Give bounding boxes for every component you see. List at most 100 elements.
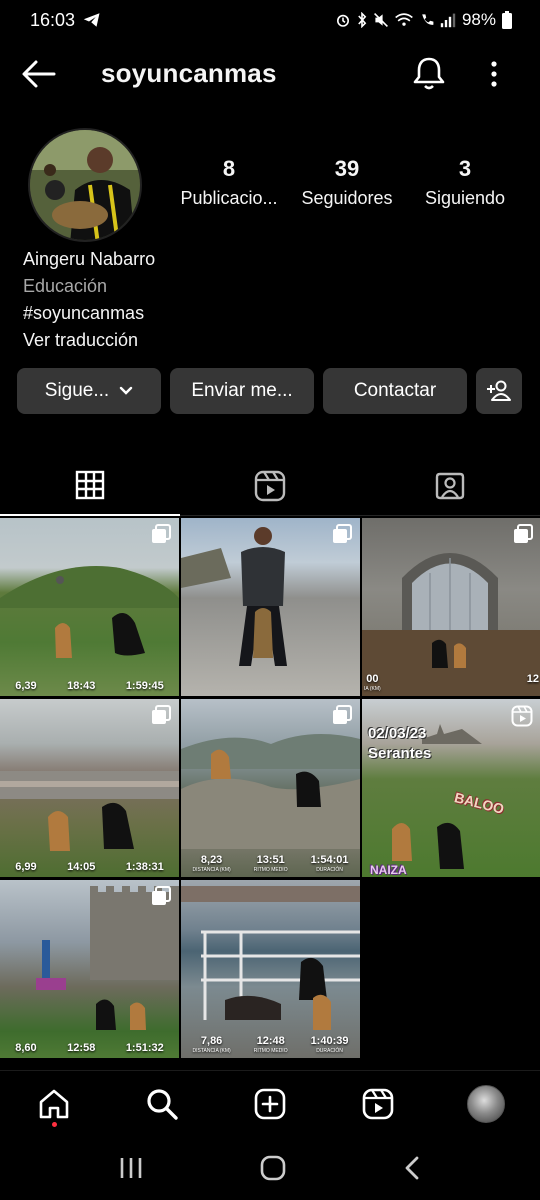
status-bar: 16:03 98% [0, 0, 540, 40]
battery-percent: 98% [461, 10, 496, 29]
grid-icon [75, 470, 105, 500]
back-system-button[interactable] [402, 1155, 422, 1186]
recent-apps-button[interactable] [118, 1156, 144, 1185]
post-thumbnail-1[interactable]: 6,39 18:43 1:59:45 [0, 518, 179, 696]
notification-dot [52, 1122, 57, 1127]
distance-value: 6,99 [15, 861, 37, 873]
suggested-users-button[interactable] [476, 368, 522, 414]
stat-followers-count: 39 [334, 156, 360, 181]
alarm-icon [336, 14, 349, 27]
duration-value: 1:59:45 [125, 680, 164, 692]
pace-value: 13:51 [256, 854, 285, 866]
following-button-label: Sigue... [44, 380, 110, 401]
chevron-down-icon [120, 386, 133, 395]
post-thumbnail-4[interactable]: 6,99 14:05 1:38:31 [0, 699, 179, 877]
distance-value: 8,60 [15, 1042, 37, 1054]
profile-name: Aingeru Nabarro [23, 249, 156, 269]
more-options-icon[interactable] [482, 58, 506, 90]
nav-reels[interactable] [324, 1071, 432, 1136]
pace-value: 12:48 [256, 1035, 285, 1047]
add-person-icon [487, 380, 511, 401]
nav-create[interactable] [216, 1071, 324, 1136]
pace-value: 12:58 [67, 1042, 96, 1054]
post-thumbnail-2[interactable] [181, 518, 360, 696]
nav-home[interactable] [0, 1071, 108, 1136]
post-thumbnail-7[interactable]: 8,60 12:58 1:51:32 [0, 880, 179, 1058]
post-photo-2 [181, 527, 287, 666]
stat-following-count: 3 [458, 156, 472, 181]
nav-search[interactable] [108, 1071, 216, 1136]
distance-value: 6,39 [15, 680, 37, 692]
pace-caption: RITMO MEDIO [253, 1048, 288, 1054]
profile-tabs [0, 456, 540, 516]
post-photo-7 [36, 886, 179, 1030]
pace-caption: RITMO MEDIO [253, 867, 288, 873]
see-translation-link[interactable]: Ver traducción [23, 327, 155, 354]
stat-posts-count: 8 [222, 156, 236, 181]
post-photo-4 [0, 771, 179, 851]
distance-caption: DISTANCIA (KM) [192, 1048, 231, 1054]
stat-followers-label: Seguidores [301, 188, 393, 208]
carousel-icon [152, 705, 171, 724]
stat-posts[interactable]: 8 Publicacio... [170, 156, 288, 209]
post-thumbnail-5[interactable]: 8,23 DISTANCIA (KM) 13:51 RITMO MEDIO 1:54… [181, 699, 360, 877]
pace-value: 18:43 [67, 680, 96, 692]
tab-tagged[interactable] [360, 456, 540, 516]
tab-reels[interactable] [180, 456, 360, 516]
duration-value: 1:54:01 [310, 854, 349, 866]
profile-username: soyuncanmas [101, 58, 277, 88]
search-icon [147, 1088, 178, 1120]
distance-value: 00 [366, 673, 379, 685]
battery-icon [502, 11, 512, 29]
distance-caption: IA (KM) [364, 686, 381, 692]
nav-profile[interactable] [432, 1071, 540, 1136]
post-photo-5 [181, 734, 360, 849]
distance-caption: DISTANCIA (KM) [192, 867, 231, 873]
status-icons [335, 12, 456, 28]
home-system-button[interactable] [259, 1154, 287, 1187]
activity-stats-overlay: 8,23 DISTANCIA (KM) 13:51 RITMO MEDIO 1:54… [181, 854, 360, 873]
avatar-photo [30, 130, 140, 240]
overlay-date: 02/03/23 [368, 725, 427, 742]
post-thumbnail-8[interactable]: 7,86 DISTANCIA (KM) 12:48 RITMO MEDIO 1:40… [181, 880, 360, 1058]
bio-hashtag-link[interactable]: #soyuncanmas [23, 300, 155, 327]
activity-stats-overlay: 00 IA (KM) 12 [362, 673, 540, 692]
back-chevron-icon [405, 1156, 419, 1179]
system-navigation-bar [0, 1140, 540, 1200]
post-photo-3 [362, 553, 540, 696]
mute-icon [374, 13, 388, 27]
wifi-icon [395, 13, 413, 26]
posts-grid: 6,39 18:43 1:59:45 00 IA (KM) 12 6,99 14… [0, 518, 540, 1058]
carousel-icon [514, 524, 533, 543]
carousel-icon [152, 886, 171, 905]
duration-value: 1:40:39 [310, 1035, 349, 1047]
stat-followers[interactable]: 39 Seguidores [288, 156, 406, 209]
distance-value: 7,86 [200, 1035, 223, 1047]
following-button[interactable]: Sigue... [17, 368, 161, 414]
activity-stats-overlay: 7,86 DISTANCIA (KM) 12:48 RITMO MEDIO 1:40… [181, 1035, 360, 1054]
post-thumbnail-3[interactable]: 00 IA (KM) 12 [362, 518, 540, 696]
profile-avatar[interactable] [28, 128, 142, 242]
profile-category: Educación [23, 276, 108, 296]
post-photo-1 [0, 566, 179, 658]
carousel-icon [152, 524, 171, 543]
telegram-icon [83, 13, 100, 27]
contact-button[interactable]: Contactar [323, 368, 467, 414]
home-icon [39, 1089, 69, 1118]
carousel-icon [333, 524, 352, 543]
notifications-bell-icon[interactable] [412, 56, 446, 92]
volte-call-icon [422, 14, 434, 25]
bottom-navigation [0, 1070, 540, 1136]
recent-apps-icon [120, 1157, 141, 1178]
stat-following[interactable]: 3 Siguiendo [406, 156, 524, 209]
profile-avatar-small [467, 1084, 505, 1123]
back-arrow-icon[interactable] [20, 58, 56, 90]
reels-badge-icon [511, 705, 533, 727]
stat-following-label: Siguiendo [424, 188, 506, 208]
distance-value: 8,23 [200, 854, 223, 866]
post-thumbnail-6[interactable]: 02/03/23 Serantes BALOO NAIZA [362, 699, 540, 877]
tagged-icon [435, 472, 465, 499]
message-button[interactable]: Enviar me... [170, 368, 314, 414]
tab-posts-grid[interactable] [0, 456, 180, 516]
overlay-place: Serantes [368, 745, 432, 762]
